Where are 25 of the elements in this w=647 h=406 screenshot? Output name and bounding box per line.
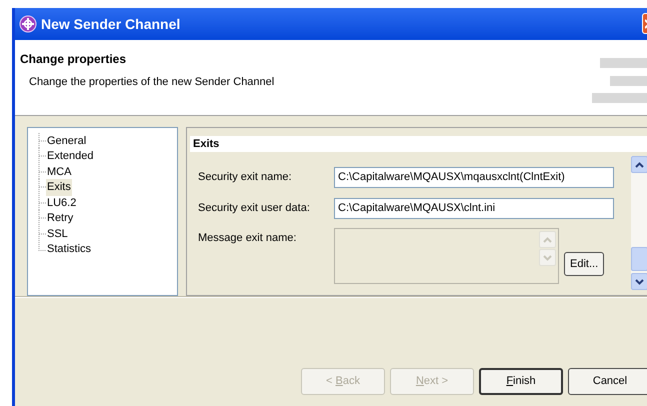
tree-item[interactable]: SSL bbox=[46, 226, 69, 242]
scroll-up-button[interactable] bbox=[631, 156, 647, 173]
text-field[interactable]: C:\Capitalware\MQAUSX\clnt.ini bbox=[334, 198, 614, 218]
scrollbar[interactable] bbox=[631, 156, 647, 290]
field-label: Security exit user data: bbox=[198, 200, 311, 216]
scroll-down-button[interactable] bbox=[631, 273, 647, 290]
page-title: Exits bbox=[190, 136, 647, 152]
tree-item[interactable]: Retry bbox=[46, 210, 74, 226]
tree-item[interactable]: Statistics bbox=[46, 241, 92, 258]
scroll-thumb[interactable] bbox=[631, 247, 647, 271]
header-description: Change the properties of the new Sender Channel bbox=[28, 75, 276, 90]
tree-item[interactable]: LU6.2 bbox=[46, 194, 78, 211]
window-title: New Sender Channel bbox=[41, 14, 180, 34]
text-field[interactable]: C:\Capitalware\MQAUSX\mqausxclnt(ClntExit) bbox=[334, 166, 614, 188]
edit-button[interactable]: Edit... bbox=[564, 252, 604, 276]
field-label: Message exit name: bbox=[198, 231, 298, 246]
channel-icon bbox=[19, 15, 37, 33]
wizard-button[interactable]: Cancel bbox=[568, 368, 647, 395]
tree-item[interactable]: Extended bbox=[46, 148, 94, 164]
wizard-button[interactable]: Finish bbox=[479, 368, 563, 395]
tree-item[interactable]: General bbox=[46, 132, 88, 149]
tree-item[interactable]: MCA bbox=[46, 164, 72, 180]
field-label: Security exit name: bbox=[198, 170, 293, 185]
header-title: Change properties bbox=[20, 51, 128, 68]
tree-item[interactable]: Exits bbox=[46, 179, 72, 196]
